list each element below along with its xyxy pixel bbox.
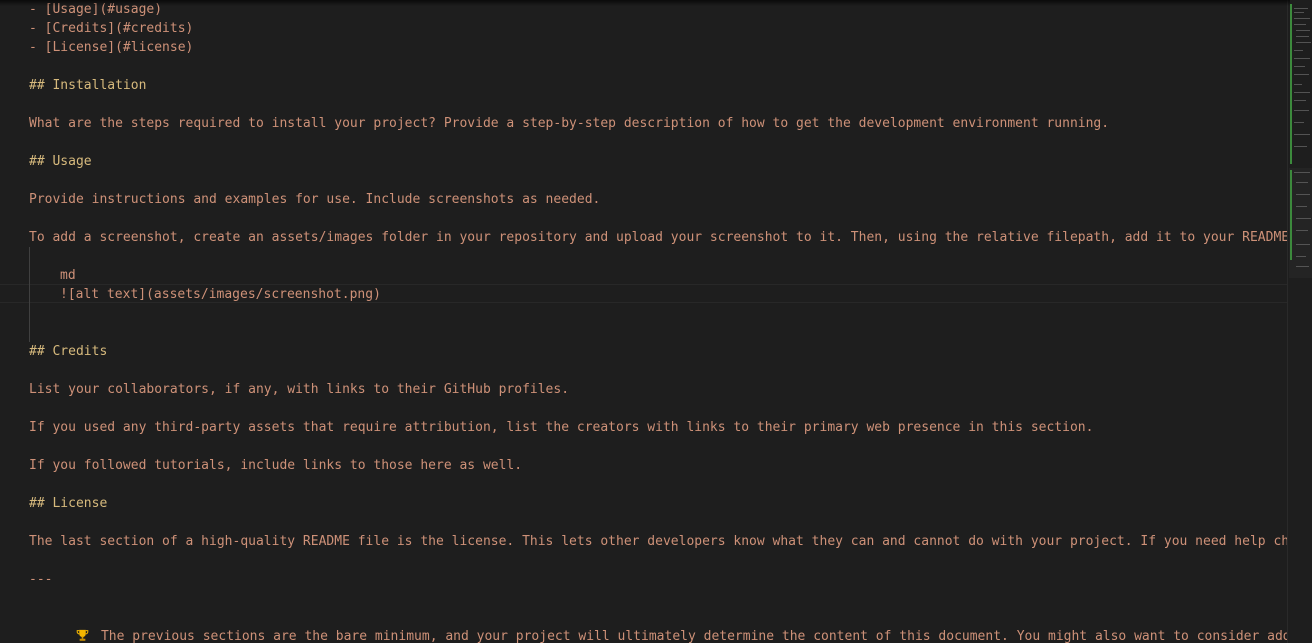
heading-license[interactable]: ## License [29,494,107,513]
code-editor[interactable]: - [Usage](#usage) - [Credits](#credits) … [0,0,1312,643]
scroll-shadow [0,0,1290,6]
trophy-line[interactable]: The previous sections are the bare minim… [29,608,1287,643]
minimap-line [1296,42,1311,43]
heading-usage[interactable]: ## Usage [29,152,92,171]
trophy-icon [76,629,89,641]
minimap-slider[interactable] [1289,168,1312,278]
minimap-line [1296,36,1309,37]
minimap-line [1294,12,1304,13]
editor-text-area[interactable]: - [Usage](#usage) - [Credits](#credits) … [0,0,1287,643]
minimap-line [1294,110,1309,111]
minimap-line [1294,84,1302,85]
heading-installation[interactable]: ## Installation [29,76,146,95]
screenshot-instructions[interactable]: To add a screenshot, create an assets/im… [29,228,1287,247]
license-text[interactable]: The last section of a high-quality READM… [29,532,1287,551]
minimap-line [1296,30,1310,31]
heading-credits[interactable]: ## Credits [29,342,107,361]
code-block-lang[interactable]: md [60,266,76,285]
minimap-change-marker-2 [1290,170,1292,260]
minimap-line [1294,172,1310,173]
minimap-line [1296,244,1310,245]
minimap-line [1294,58,1310,59]
installation-text[interactable]: What are the steps required to install y… [29,114,1109,133]
minimap-line [1294,146,1307,147]
minimap[interactable] [1287,0,1312,643]
credits-tutorials[interactable]: If you followed tutorials, include links… [29,456,522,475]
toc-item-credits[interactable]: - [Credits](#credits) [29,19,193,38]
minimap-line [1296,218,1311,219]
minimap-line [1294,92,1310,93]
minimap-line [1296,256,1306,257]
indent-guide [29,247,30,342]
minimap-line [1294,134,1310,135]
minimap-line [1294,122,1304,123]
toc-item-license[interactable]: - [License](#license) [29,38,193,57]
minimap-line [1296,230,1308,231]
minimap-line [1294,50,1303,51]
credits-third-party[interactable]: If you used any third-party assets that … [29,418,1093,437]
horizontal-rule[interactable]: --- [29,570,52,589]
minimap-line [1294,100,1306,101]
minimap-line [1294,8,1308,9]
minimap-line [1294,24,1306,25]
minimap-line [1296,194,1310,195]
minimap-line [1296,206,1307,207]
minimap-line [1296,182,1308,183]
trophy-line-text: The previous sections are the bare minim… [100,629,1287,643]
usage-text[interactable]: Provide instructions and examples for us… [29,190,600,209]
credits-collaborators[interactable]: List your collaborators, if any, with li… [29,380,569,399]
minimap-line [1296,266,1309,267]
minimap-line [1294,18,1310,19]
code-block-image[interactable]: ![alt text](assets/images/screenshot.png… [60,285,381,304]
minimap-line [1294,74,1309,75]
minimap-change-marker [1290,4,1292,164]
minimap-line [1294,66,1305,67]
